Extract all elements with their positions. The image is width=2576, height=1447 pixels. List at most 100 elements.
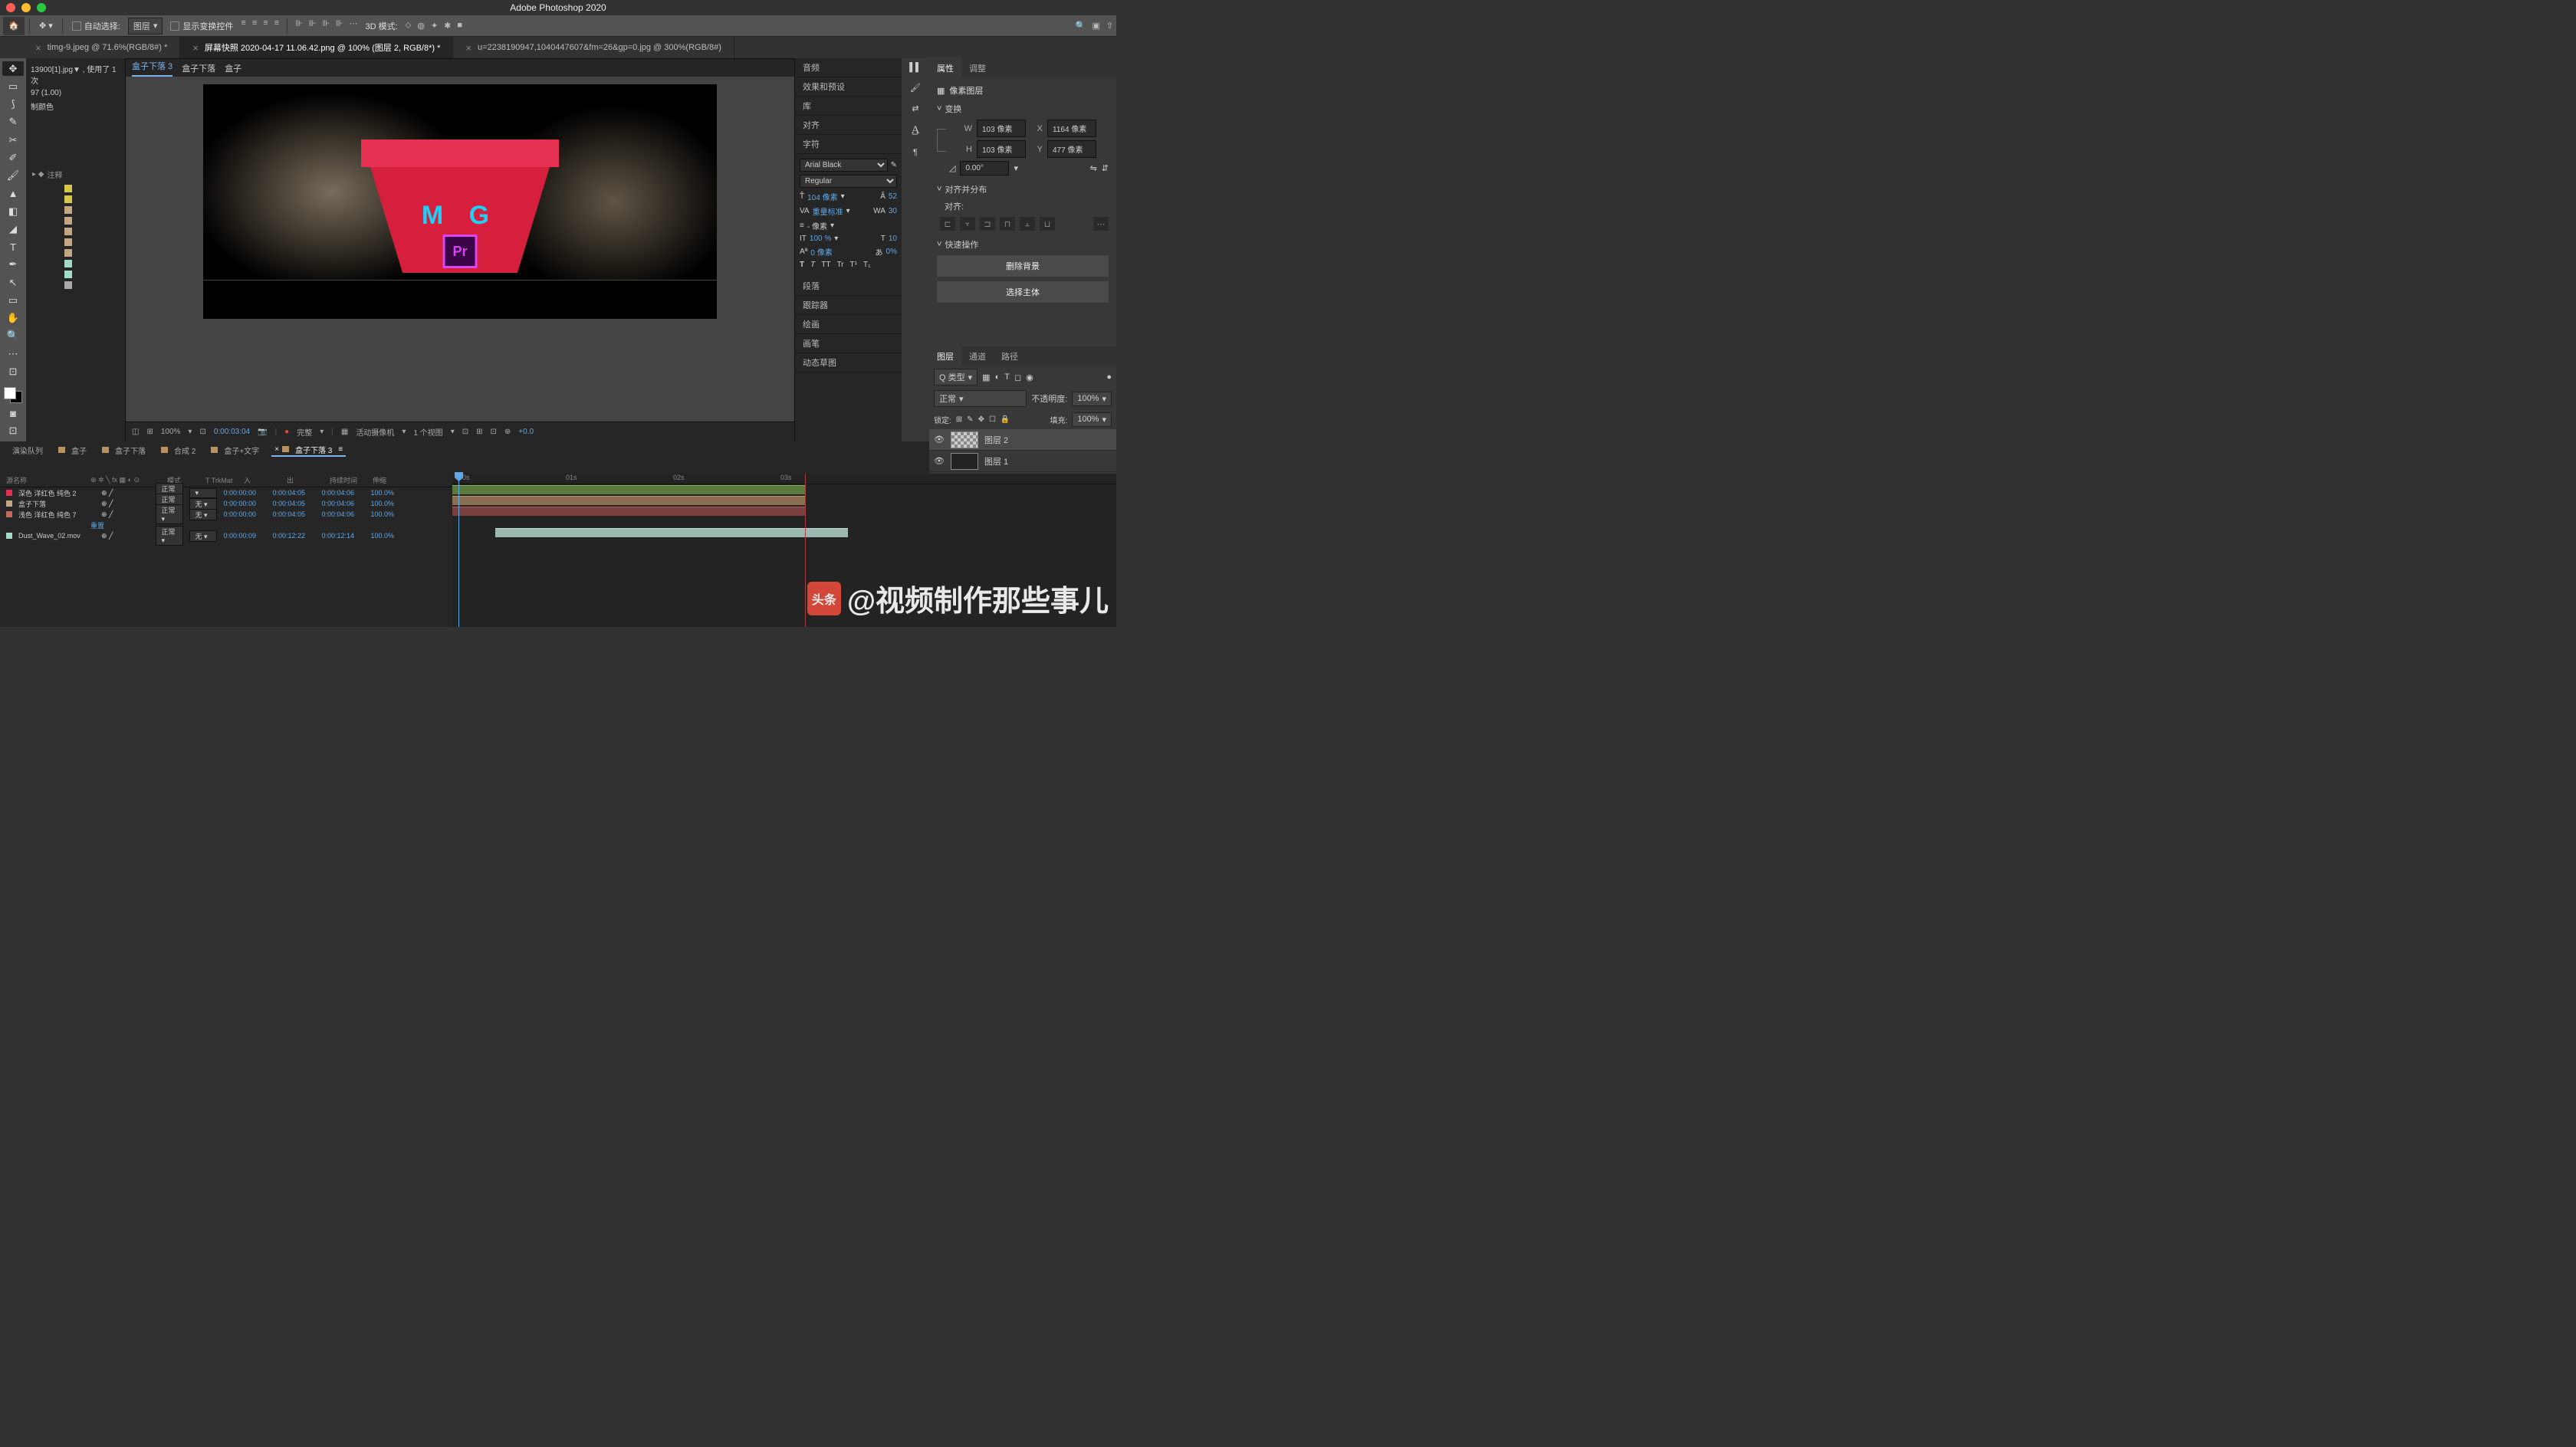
- align-bottom-icon[interactable]: ⊔: [1040, 217, 1055, 231]
- res-icon[interactable]: ⊡: [199, 428, 205, 436]
- track[interactable]: [452, 506, 1116, 517]
- align-middle-icon[interactable]: ⫠: [1020, 217, 1035, 231]
- edit-toolbar[interactable]: ⊡: [2, 364, 24, 379]
- align-left-icon[interactable]: ⊏: [940, 217, 955, 231]
- eyedropper-icon[interactable]: ✎: [891, 161, 897, 169]
- tl-tab[interactable]: 盒子下落: [99, 445, 152, 456]
- brush-icon[interactable]: 🖌: [910, 83, 921, 93]
- screenmode-tool[interactable]: ⊡: [2, 424, 24, 438]
- align-icon[interactable]: ≡: [252, 18, 257, 34]
- panel-para[interactable]: 段落: [795, 277, 902, 296]
- tab-adjust[interactable]: 调整: [961, 57, 994, 79]
- panel-motion[interactable]: 动态草图: [795, 353, 902, 372]
- shape-tool[interactable]: ▭: [2, 293, 24, 307]
- para-icon[interactable]: ¶: [913, 148, 918, 157]
- icon[interactable]: ⊕: [504, 428, 511, 436]
- link-icon[interactable]: [937, 129, 946, 152]
- panel-char[interactable]: 字符: [795, 135, 902, 154]
- fill[interactable]: 100% ▾: [1072, 412, 1112, 427]
- track[interactable]: [452, 495, 1116, 506]
- filter-icon[interactable]: ▦: [982, 372, 990, 382]
- settings-icon[interactable]: ⇄: [912, 103, 918, 113]
- bc-item[interactable]: 盒子: [225, 62, 242, 74]
- project-header[interactable]: ▸ ◆ 注释: [26, 166, 125, 183]
- proj-item[interactable]: [26, 215, 125, 226]
- align-icon[interactable]: ⊪: [309, 18, 317, 34]
- more-icon[interactable]: ⋯: [349, 18, 357, 34]
- icon[interactable]: ⊞: [476, 428, 482, 436]
- align-icon[interactable]: ≡: [241, 18, 245, 34]
- auto-select[interactable]: 自动选择:: [67, 18, 125, 34]
- canvas[interactable]: M G Pr: [203, 84, 717, 280]
- tl-tab[interactable]: 盒子: [55, 445, 93, 456]
- tl-layer[interactable]: 浅色 洋红色 纯色 7⊕ ╱正常 ▾无 ▾0:00:00:000:00:04:0…: [0, 509, 452, 520]
- proj-item[interactable]: [26, 248, 125, 258]
- tl-tab[interactable]: 盒子+文字: [208, 445, 265, 456]
- proj-item[interactable]: [26, 280, 125, 290]
- layer-dropdown[interactable]: 图层 ▾: [128, 18, 163, 34]
- zoom[interactable]: 100%: [161, 428, 181, 436]
- lasso-tool[interactable]: ⟆: [2, 97, 24, 112]
- lock-icon[interactable]: 🔒: [1001, 415, 1010, 424]
- align-icon[interactable]: ⊪: [336, 18, 343, 34]
- opacity[interactable]: 100% ▾: [1072, 392, 1112, 406]
- align-icon[interactable]: ≡: [274, 18, 279, 34]
- panel-align[interactable]: 对齐: [795, 116, 902, 135]
- icon[interactable]: ⊡: [491, 428, 497, 436]
- 3d-icon[interactable]: ✱: [444, 21, 451, 31]
- align-icon[interactable]: ≡: [263, 18, 268, 34]
- icon[interactable]: ⊡: [462, 428, 468, 436]
- move-tool[interactable]: ✥: [2, 61, 24, 76]
- gradient-tool[interactable]: ◢: [2, 221, 24, 236]
- zoom-tool[interactable]: 🔍: [2, 329, 24, 343]
- crop-tool[interactable]: ✂: [2, 133, 24, 147]
- layer-row[interactable]: 👁 图层 1: [929, 451, 1116, 472]
- flip-v-icon[interactable]: ⇵: [1102, 163, 1109, 173]
- lock-icon[interactable]: ⊞: [956, 415, 962, 424]
- minimize-icon[interactable]: [21, 3, 31, 12]
- proj-item[interactable]: [26, 269, 125, 280]
- filter-icon[interactable]: ◐: [995, 372, 1001, 382]
- snapshot-icon[interactable]: ◫: [132, 428, 139, 436]
- 3d-icon[interactable]: ⬦: [406, 21, 412, 31]
- proj-item[interactable]: [26, 226, 125, 237]
- tl-layer[interactable]: 重置: [0, 520, 452, 530]
- camera-icon[interactable]: 📷: [258, 428, 267, 436]
- tl-tab[interactable]: 合成 2: [158, 445, 202, 456]
- eraser-tool[interactable]: ◧: [2, 204, 24, 218]
- time-ruler[interactable]: 00s 01s 02s 03s: [452, 474, 1116, 484]
- tab-properties[interactable]: 属性: [929, 57, 961, 79]
- pen-tool[interactable]: ✒: [2, 258, 24, 272]
- eyedropper-tool[interactable]: ✐: [2, 150, 24, 165]
- close-icon[interactable]: [6, 3, 15, 12]
- 3d-icon[interactable]: ✦: [431, 21, 438, 31]
- remove-bg-button[interactable]: 删除背景: [937, 255, 1109, 277]
- quick-select-tool[interactable]: ✎: [2, 115, 24, 130]
- select-subject-button[interactable]: 选择主体: [937, 281, 1109, 303]
- tl-layer[interactable]: 盒子下落⊕ ╱正常 ▾无 ▾0:00:00:000:00:04:050:00:0…: [0, 498, 452, 509]
- 3d-icon[interactable]: ■: [457, 21, 462, 31]
- camera-dd[interactable]: 活动摄像机: [356, 426, 394, 438]
- tl-tab[interactable]: × 盒子下落 3 ≡: [271, 444, 346, 457]
- search-icon[interactable]: 🔍: [1076, 21, 1086, 31]
- panel-audio[interactable]: 音频: [795, 58, 902, 77]
- color-swatch[interactable]: [4, 387, 22, 403]
- bc-item[interactable]: 盒子下落: [182, 62, 215, 74]
- stamp-tool[interactable]: ▲: [2, 186, 24, 201]
- kind-filter[interactable]: Q 类型 ▾: [934, 369, 978, 386]
- doc-tab[interactable]: ×timg-9.jpeg @ 71.6%(RGB/8#) *: [23, 37, 180, 58]
- frame-icon[interactable]: ▣: [1092, 21, 1099, 31]
- track[interactable]: [452, 527, 1116, 538]
- panel-brush[interactable]: 画笔: [795, 334, 902, 353]
- align-icon[interactable]: ⊪: [322, 18, 330, 34]
- filter-toggle[interactable]: ●: [1106, 372, 1112, 382]
- lock-icon[interactable]: ✥: [978, 415, 984, 424]
- eye-icon[interactable]: 👁: [934, 456, 945, 466]
- maximize-icon[interactable]: [37, 3, 46, 12]
- panel-paint[interactable]: 绘画: [795, 315, 902, 334]
- align-icon[interactable]: ⊪: [295, 18, 303, 34]
- eye-icon[interactable]: 👁: [934, 435, 945, 445]
- layer-row[interactable]: 👁 图层 2: [929, 429, 1116, 451]
- lock-icon[interactable]: ☐: [989, 415, 996, 424]
- 3d-icon[interactable]: ◍: [417, 21, 425, 31]
